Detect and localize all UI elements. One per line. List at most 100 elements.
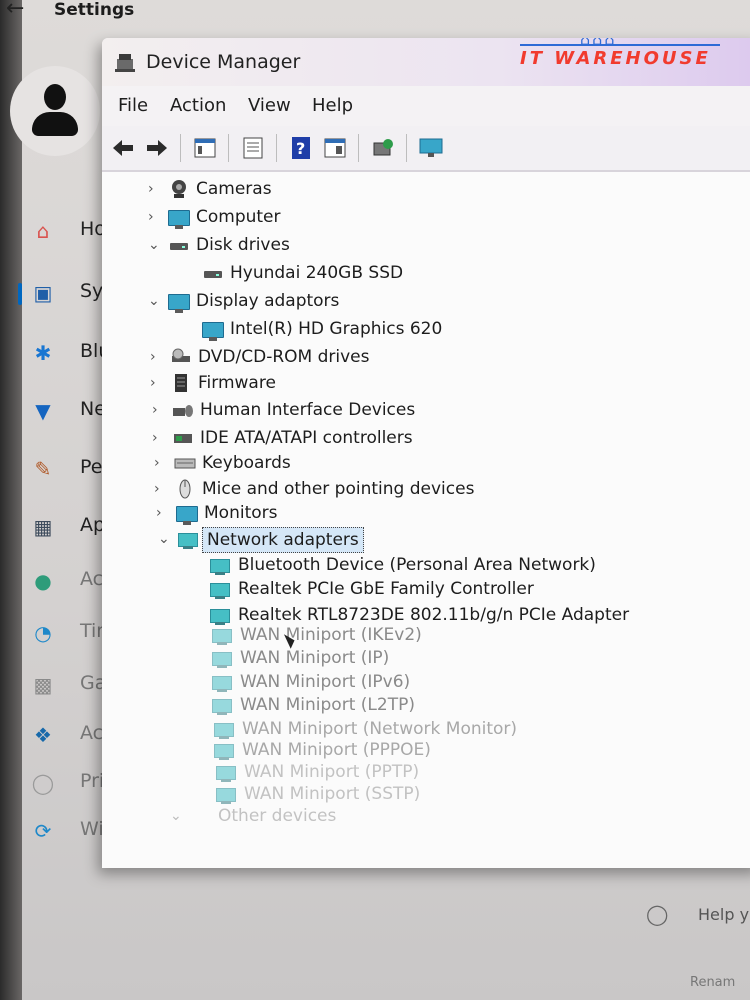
brush-icon: ✎	[34, 457, 52, 481]
tree-device-label: WAN Miniport (PPTP)	[244, 762, 420, 782]
menu-action[interactable]: Action	[170, 95, 226, 116]
tree-category-label: DVD/CD-ROM drives	[198, 347, 370, 367]
menu-help[interactable]: Help	[312, 95, 353, 116]
nav-item-personalization[interactable]: ✎ Per	[30, 450, 111, 490]
hid-icon	[173, 405, 193, 417]
tree-category-label: Disk drives	[196, 235, 290, 255]
show-hidden-icon[interactable]	[322, 135, 348, 161]
accounts-icon: ●	[34, 569, 52, 593]
brand-line	[520, 44, 720, 46]
ide-controller-icon	[174, 434, 192, 443]
nav-item-label: Wi	[80, 818, 104, 840]
menu-view[interactable]: View	[248, 95, 291, 116]
monitor-icon[interactable]	[418, 135, 444, 161]
forward-arrow-icon[interactable]	[144, 135, 170, 161]
network-adapter-icon	[210, 579, 232, 599]
display-adapter-icon	[202, 319, 224, 341]
display-adapter-icon	[168, 291, 190, 313]
back-arrow-icon[interactable]	[110, 135, 136, 161]
nav-item-windows-update[interactable]: ⟳ Wi	[30, 812, 110, 852]
chevron-right-icon[interactable]: ›	[154, 451, 168, 475]
help-link[interactable]: Help y	[698, 905, 749, 924]
help-icon[interactable]: ?	[288, 135, 314, 161]
mouse-icon	[179, 479, 191, 499]
tree-category-label: Monitors	[204, 503, 278, 523]
tree-category-label: Keyboards	[202, 453, 291, 473]
device-tree: › Cameras › Computer ⌄ Disk drives Hyund…	[102, 172, 750, 868]
nav-item-apps[interactable]: ▦ Ap	[30, 508, 110, 548]
disk-drive-icon	[204, 271, 222, 278]
toolbar-separator	[228, 134, 229, 162]
computer-icon	[168, 207, 190, 229]
nav-item-network[interactable]: ▼ Ne	[30, 392, 110, 432]
accessibility-icon: ❖	[34, 723, 52, 747]
nav-item-bluetooth[interactable]: ✱ Blu	[30, 334, 111, 374]
chevron-right-icon[interactable]: ›	[148, 205, 162, 229]
network-adapter-icon	[216, 784, 238, 804]
brand-watermark: ⌂⌂⌂ IT WAREHOUSE	[520, 38, 750, 82]
nav-item-privacy[interactable]: ◯ Pri	[30, 764, 110, 804]
chevron-right-icon[interactable]: ›	[148, 177, 162, 201]
toolbar: ?	[102, 126, 750, 172]
network-adapter-icon	[212, 695, 234, 715]
disk-drive-icon	[170, 243, 188, 250]
avatar[interactable]	[10, 66, 100, 156]
nav-item-system[interactable]: ▣ Sys	[30, 274, 114, 314]
chevron-right-icon[interactable]: ›	[152, 426, 166, 450]
chevron-down-icon[interactable]: ⌄	[158, 527, 172, 551]
network-adapter-icon	[214, 719, 236, 739]
chevron-right-icon[interactable]: ›	[156, 501, 170, 525]
tree-device-label: WAN Miniport (PPPOE)	[242, 740, 431, 760]
toolbar-separator	[276, 134, 277, 162]
monitor-icon	[176, 503, 198, 525]
title-bar[interactable]: Device Manager ⌂⌂⌂ IT WAREHOUSE	[102, 38, 750, 86]
nav-item-accounts[interactable]: ● Acc	[30, 562, 113, 602]
chevron-right-icon[interactable]: ›	[152, 398, 166, 422]
brand-text: IT WAREHOUSE	[520, 48, 711, 69]
menu-bar: File Action View Help	[102, 86, 750, 126]
settings-title: Settings	[54, 0, 135, 20]
tree-device-label: Realtek PCIe GbE Family Controller	[238, 579, 534, 599]
tree-device-label: Hyundai 240GB SSD	[230, 263, 404, 283]
chevron-down-icon[interactable]: ⌄	[170, 804, 184, 828]
toolbar-separator	[358, 134, 359, 162]
gamepad-icon: ▩	[33, 673, 53, 697]
chevron-down-icon[interactable]: ⌄	[148, 289, 162, 313]
nav-item-home[interactable]: ⌂ Ho	[30, 212, 110, 252]
back-arrow-icon[interactable]: ←	[6, 0, 24, 21]
tree-category-label: Computer	[196, 207, 281, 227]
screen-bezel	[0, 0, 22, 1000]
network-adapter-icon	[210, 555, 232, 575]
tree-device-label: WAN Miniport (IKEv2)	[240, 625, 422, 645]
tree-device-label: WAN Miniport (SSTP)	[244, 784, 421, 804]
selected-nav-indicator	[18, 283, 22, 305]
tree-device-label: Bluetooth Device (Personal Area Network)	[238, 555, 596, 575]
scan-hardware-icon[interactable]	[370, 135, 396, 161]
tree-category-label: Cameras	[196, 179, 272, 199]
help-icon[interactable]: ◯	[646, 902, 668, 926]
properties-icon[interactable]	[192, 135, 218, 161]
update-driver-icon[interactable]	[240, 135, 266, 161]
network-adapter-icon	[178, 529, 200, 549]
chevron-right-icon[interactable]: ›	[150, 345, 164, 369]
home-icon: ⌂	[36, 219, 50, 243]
chevron-right-icon[interactable]: ›	[150, 371, 164, 395]
tree-category-label: Firmware	[198, 373, 276, 393]
firmware-icon	[175, 374, 187, 392]
tree-category-label: Other devices	[218, 806, 337, 826]
tree-device-label: WAN Miniport (IP)	[240, 648, 390, 668]
chevron-right-icon[interactable]: ›	[154, 477, 168, 501]
tree-category-label: Network adapters	[202, 527, 364, 553]
laptop-icon: ▣	[33, 281, 53, 305]
nav-item-time[interactable]: ◔ Tim	[30, 614, 115, 654]
nav-item-accessibility[interactable]: ❖ Acc	[30, 716, 114, 756]
chevron-down-icon[interactable]: ⌄	[148, 233, 162, 257]
rename-link[interactable]: Renam	[690, 975, 735, 990]
menu-file[interactable]: File	[118, 95, 148, 116]
shield-icon: ◯	[31, 771, 55, 795]
window-title: Device Manager	[146, 51, 301, 73]
wifi-icon: ▼	[35, 399, 51, 423]
nav-item-gaming[interactable]: ▩ Ga	[30, 666, 110, 706]
tree-category-label: Human Interface Devices	[200, 400, 416, 420]
network-adapter-icon	[210, 605, 232, 625]
